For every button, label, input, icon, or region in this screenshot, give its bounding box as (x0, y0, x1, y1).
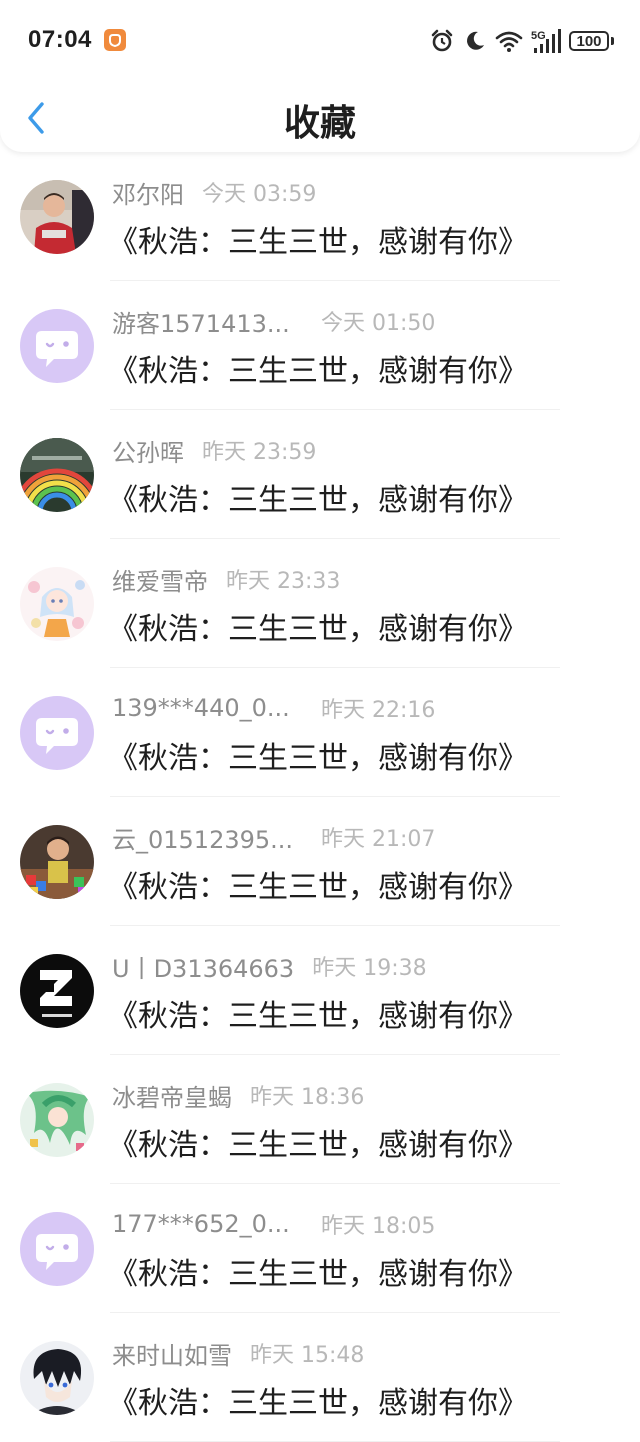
favorite-time: 昨天 19:38 (312, 956, 427, 981)
author-name[interactable]: 来时山如雪 (112, 1336, 232, 1371)
black-logo-avatar (20, 954, 94, 1028)
app-notification-icon (104, 29, 126, 51)
list-item[interactable]: 冰碧帝皇蝎 昨天 18:36 《秋浩：三生三世，感谢有你》 (0, 1055, 640, 1184)
author-name[interactable]: 公孙晖 (112, 433, 184, 468)
author-name[interactable]: 139***440_0... (112, 694, 294, 722)
article-title[interactable]: 《秋浩：三生三世，感谢有你》 (108, 475, 528, 519)
battery-tip (611, 37, 614, 45)
article-title[interactable]: 《秋浩：三生三世，感谢有你》 (108, 1120, 528, 1164)
avatar[interactable] (20, 567, 94, 641)
top-bar: 07:04 5G 100 收藏 (0, 0, 640, 152)
anime-dark-boy-avatar (20, 1341, 94, 1415)
author-name[interactable]: U丨D31364663 (112, 949, 294, 984)
avatar[interactable] (20, 438, 94, 512)
favorite-time: 昨天 23:33 (226, 569, 341, 594)
avatar[interactable] (20, 1212, 94, 1286)
list-item[interactable]: 维爱雪帝 昨天 23:33 《秋浩：三生三世，感谢有你》 (0, 539, 640, 668)
article-title[interactable]: 《秋浩：三生三世，感谢有你》 (108, 604, 528, 648)
author-name[interactable]: 邓尔阳 (112, 175, 184, 210)
status-icons: 5G 100 (429, 26, 614, 56)
article-title[interactable]: 《秋浩：三生三世，感谢有你》 (108, 217, 528, 261)
favorites-list: 邓尔阳 今天 03:59 《秋浩：三生三世，感谢有你》 游客1571413...… (0, 152, 640, 1442)
alarm-icon (429, 28, 455, 54)
avatar[interactable] (20, 825, 94, 899)
avatar[interactable] (20, 1341, 94, 1415)
anime-green-hair-avatar (20, 1083, 94, 1157)
default-chat-bubble-icon (20, 696, 94, 770)
wifi-icon (495, 29, 523, 53)
author-name[interactable]: 云_01512395... (112, 820, 294, 855)
author-name[interactable]: 维爱雪帝 (112, 562, 208, 597)
avatar[interactable] (20, 180, 94, 254)
default-chat-bubble-icon (20, 1212, 94, 1286)
list-item[interactable]: U丨D31364663 昨天 19:38 《秋浩：三生三世，感谢有你》 (0, 926, 640, 1055)
author-name[interactable]: 游客1571413... (112, 304, 294, 339)
avatar[interactable] (20, 696, 94, 770)
author-name[interactable]: 177***652_0... (112, 1210, 294, 1238)
article-title[interactable]: 《秋浩：三生三世，感谢有你》 (108, 346, 528, 390)
avatar[interactable] (20, 1083, 94, 1157)
article-title[interactable]: 《秋浩：三生三世，感谢有你》 (108, 991, 528, 1035)
article-title[interactable]: 《秋浩：三生三世，感谢有你》 (108, 733, 528, 777)
list-item[interactable]: 139***440_0... 昨天 22:16 《秋浩：三生三世，感谢有你》 (0, 668, 640, 797)
user-photo-avatar (20, 180, 94, 254)
child-toys-photo-avatar (20, 825, 94, 899)
author-name[interactable]: 冰碧帝皇蝎 (112, 1078, 232, 1113)
favorite-time: 昨天 18:36 (250, 1085, 365, 1110)
svg-text:5G: 5G (531, 30, 546, 42)
favorite-time: 昨天 15:48 (250, 1343, 365, 1368)
list-item[interactable]: 来时山如雪 昨天 15:48 《秋浩：三生三世，感谢有你》 (0, 1313, 640, 1442)
list-item[interactable]: 邓尔阳 今天 03:59 《秋浩：三生三世，感谢有你》 (0, 152, 640, 281)
favorite-time: 昨天 23:59 (202, 440, 317, 465)
rainbow-photo-avatar (20, 438, 94, 512)
list-item[interactable]: 177***652_0... 昨天 18:05 《秋浩：三生三世，感谢有你》 (0, 1184, 640, 1313)
page-title: 收藏 (283, 103, 356, 144)
battery-icon: 100 (569, 31, 609, 51)
list-item[interactable]: 游客1571413... 今天 01:50 《秋浩：三生三世，感谢有你》 (0, 281, 640, 410)
cellular-signal-icon: 5G (531, 28, 561, 54)
article-title[interactable]: 《秋浩：三生三世，感谢有你》 (108, 862, 528, 906)
favorite-time: 今天 03:59 (202, 182, 317, 207)
default-chat-bubble-icon (20, 309, 94, 383)
favorite-time: 昨天 18:05 (321, 1214, 436, 1239)
article-title[interactable]: 《秋浩：三生三世，感谢有你》 (108, 1249, 528, 1293)
avatar[interactable] (20, 309, 94, 383)
favorite-time: 今天 01:50 (321, 311, 436, 336)
favorite-time: 昨天 21:07 (321, 827, 436, 852)
list-item[interactable]: 云_01512395... 昨天 21:07 《秋浩：三生三世，感谢有你》 (0, 797, 640, 926)
anime-girl-avatar (20, 567, 94, 641)
article-title[interactable]: 《秋浩：三生三世，感谢有你》 (108, 1378, 528, 1422)
list-item[interactable]: 公孙晖 昨天 23:59 《秋浩：三生三世，感谢有你》 (0, 410, 640, 539)
favorite-time: 昨天 22:16 (321, 698, 436, 723)
avatar[interactable] (20, 954, 94, 1028)
status-time: 07:04 (28, 26, 92, 53)
moon-icon (463, 29, 487, 53)
